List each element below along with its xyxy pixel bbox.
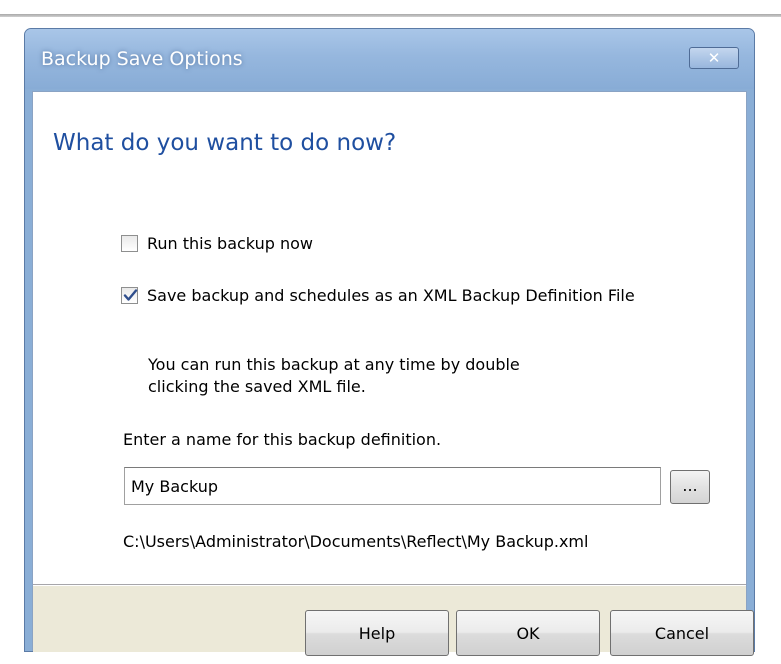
save-xml-checkbox[interactable]: [121, 287, 138, 304]
dialog-body: What do you want to do now? Run this bac…: [32, 91, 754, 656]
page-title: What do you want to do now?: [53, 130, 397, 156]
save-xml-option[interactable]: Save backup and schedules as an XML Back…: [121, 286, 635, 305]
dialog-title: Backup Save Options: [41, 48, 243, 70]
checkmark-icon: [123, 289, 138, 301]
name-field-label: Enter a name for this backup definition.: [123, 430, 442, 449]
description-line-2: clicking the saved XML file.: [148, 377, 366, 396]
backup-save-options-dialog: Backup Save Options ✕ What do you want t…: [24, 28, 755, 656]
file-path-text: C:\Users\Administrator\Documents\Reflect…: [123, 532, 589, 551]
ok-button[interactable]: OK: [456, 610, 600, 656]
run-now-option[interactable]: Run this backup now: [121, 234, 313, 253]
run-now-checkbox[interactable]: [121, 235, 138, 252]
close-icon: ✕: [707, 49, 721, 67]
cancel-button[interactable]: Cancel: [610, 610, 754, 656]
close-button[interactable]: ✕: [689, 47, 739, 69]
save-xml-label: Save backup and schedules as an XML Back…: [147, 286, 635, 305]
browse-button[interactable]: ...: [670, 470, 710, 504]
save-xml-description: You can run this backup at any time by d…: [148, 354, 520, 398]
top-divider: [0, 14, 781, 17]
ellipsis-icon: ...: [682, 476, 698, 495]
help-button[interactable]: Help: [305, 610, 449, 656]
backup-name-input[interactable]: [124, 467, 661, 505]
run-now-label: Run this backup now: [147, 234, 313, 253]
description-line-1: You can run this backup at any time by d…: [148, 355, 520, 374]
title-bar[interactable]: Backup Save Options ✕: [25, 29, 754, 89]
